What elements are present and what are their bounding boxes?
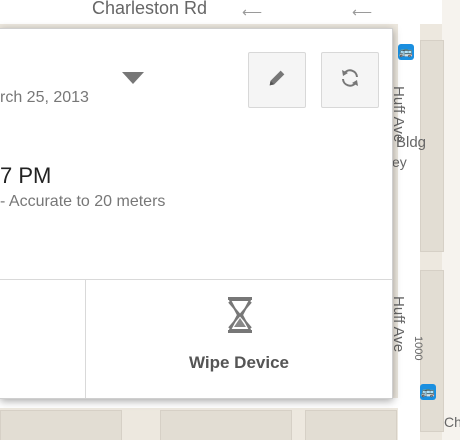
pencil-icon xyxy=(266,67,288,94)
road-bottom xyxy=(0,398,460,408)
map-block xyxy=(305,410,397,440)
refresh-button[interactable] xyxy=(321,52,379,108)
one-way-arrow-icon: ⟵ xyxy=(352,4,373,20)
corner-label: Ch xyxy=(444,414,460,430)
hourglass-icon xyxy=(226,296,254,339)
map-block xyxy=(160,410,292,440)
one-way-arrow-icon: ⟵ xyxy=(242,4,263,20)
chevron-down-icon[interactable] xyxy=(122,72,144,84)
building-number: 1000 xyxy=(412,336,424,361)
road-charleston xyxy=(0,0,460,24)
location-accuracy: - Accurate to 20 meters xyxy=(0,193,166,210)
refresh-icon xyxy=(338,66,362,95)
transit-icon[interactable]: 🚌 xyxy=(398,44,414,60)
device-info-card: rch 25, 2013 7 PM - Accurate to 20 meter… xyxy=(0,28,393,399)
road-huff-ave xyxy=(398,0,420,440)
wipe-device-label: Wipe Device xyxy=(189,353,289,372)
building-label-ey: ey xyxy=(392,154,407,170)
map-block xyxy=(0,410,122,440)
last-seen-date: rch 25, 2013 xyxy=(0,89,89,106)
last-seen-time: 7 PM xyxy=(0,163,52,188)
building-label-bldg: Bldg xyxy=(396,134,427,151)
transit-icon[interactable]: 🚌 xyxy=(420,384,436,400)
street-label-charleston: Charleston Rd xyxy=(92,0,208,18)
road-right-edge xyxy=(442,0,460,440)
wipe-device-button[interactable]: Wipe Device xyxy=(86,280,392,398)
edit-button[interactable] xyxy=(248,52,306,108)
